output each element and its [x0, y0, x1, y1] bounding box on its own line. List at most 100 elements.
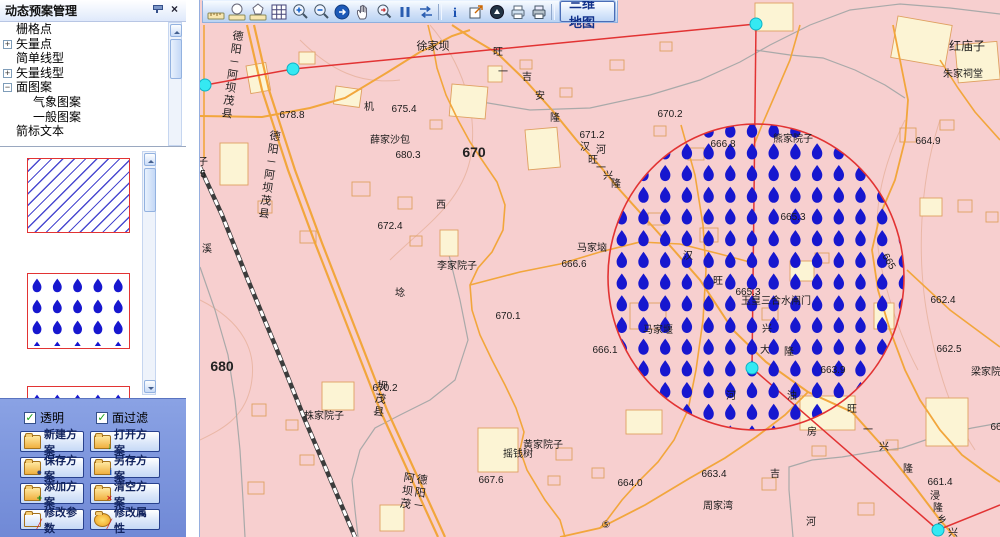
selection-handle[interactable] — [287, 63, 300, 76]
selection-handle[interactable] — [746, 362, 759, 375]
edit-props-button[interactable]: ╱修改属性 — [90, 509, 160, 530]
folder-open-button[interactable]: ↓打开方案 — [90, 431, 160, 452]
expand-icon[interactable]: + — [3, 69, 12, 78]
selection-handle[interactable] — [199, 79, 212, 92]
swap-icon[interactable] — [415, 2, 436, 22]
transparent-checkbox-row: ✓ 透明 — [24, 409, 64, 426]
grid-icon[interactable] — [268, 2, 289, 22]
pan-icon[interactable] — [352, 2, 373, 22]
building — [440, 230, 458, 256]
export-icon[interactable] — [465, 2, 486, 22]
tree-item-气象图案[interactable]: 气象图案 — [0, 95, 168, 110]
snapshot-icon[interactable] — [486, 2, 507, 22]
map-3d-button[interactable]: 三维地图 — [560, 1, 615, 22]
pattern-swatch-raindrop[interactable] — [27, 273, 130, 349]
info-icon[interactable]: i — [444, 2, 465, 22]
building — [525, 127, 560, 170]
building — [478, 428, 518, 472]
face-filter-checkbox-row: ✓ 面过滤 — [96, 409, 148, 426]
button-label: 修改属性 — [114, 504, 156, 536]
scroll-down-icon[interactable] — [144, 380, 156, 393]
scroll-up-icon[interactable] — [170, 24, 182, 37]
building — [955, 41, 1000, 83]
plan-manager-panel: 动态预案管理 × 栅格点 + 矢量点简单线型 + 矢量线型−面图案气象图案一般图案箭标文… — [0, 0, 200, 537]
folder-clear-button[interactable]: ×清空方案 — [90, 483, 160, 504]
measure-distance-icon[interactable] — [205, 2, 226, 22]
building — [380, 505, 404, 531]
measure-polygon-icon[interactable] — [247, 2, 268, 22]
tree-item-label: 面图案 — [16, 80, 52, 94]
gis-application-window: 徐家坝红庙子朱家祠堂664.9机675.4678.8薛家沙包680.367068… — [0, 0, 1000, 537]
tree-item-label: 气象图案 — [33, 95, 81, 109]
pin-icon[interactable] — [152, 5, 162, 17]
toolbar-separator — [438, 4, 442, 20]
tree-item-一般图案[interactable]: 一般图案 — [0, 110, 168, 125]
face-filter-checkbox[interactable]: ✓ — [96, 412, 108, 424]
zoom-in-icon[interactable] — [289, 2, 310, 22]
folder-save-icon: ● — [24, 461, 41, 475]
tree-item-矢量线型[interactable]: + 矢量线型 — [0, 66, 168, 81]
tree-item-label: 一般图案 — [33, 110, 81, 124]
badge-icon: i — [109, 468, 112, 477]
tree-item-面图案[interactable]: −面图案 — [0, 80, 168, 95]
badge-icon: + — [37, 494, 42, 503]
zoom-out-icon[interactable] — [310, 2, 331, 22]
folder-new-button[interactable]: 新建方案 — [20, 431, 84, 452]
folder-new-icon — [24, 435, 41, 449]
preview-scrollbar[interactable] — [142, 151, 156, 395]
expand-icon[interactable]: + — [3, 40, 12, 49]
edit-params-button[interactable]: ╱修改参数 — [20, 509, 84, 530]
tree-item-箭标文本[interactable]: 箭标文本 — [0, 124, 168, 139]
tree-item-label: 简单线型 — [16, 51, 64, 65]
scroll-thumb[interactable] — [170, 39, 182, 79]
print-preview-icon[interactable] — [507, 2, 528, 22]
toolbar-separator — [551, 4, 555, 20]
scroll-thumb[interactable] — [144, 168, 156, 212]
badge-icon: ╱ — [37, 520, 42, 529]
building — [488, 66, 502, 82]
badge-icon: × — [107, 494, 112, 503]
measure-circle-icon[interactable] — [226, 2, 247, 22]
button-label: 修改参数 — [44, 504, 80, 536]
tree-item-label: 矢量线型 — [16, 66, 64, 80]
transparent-checkbox[interactable]: ✓ — [24, 412, 36, 424]
checkbox-label: 面过滤 — [112, 409, 148, 426]
zoom-select-icon[interactable] — [373, 2, 394, 22]
folder-saveas-button[interactable]: i另存方案 — [90, 457, 160, 478]
selection-handle[interactable] — [932, 524, 945, 537]
close-icon[interactable]: × — [168, 4, 181, 17]
pattern-swatch-hatch[interactable] — [27, 158, 130, 233]
folder-saveas-icon: i — [94, 461, 111, 475]
tree-item-label: 箭标文本 — [16, 124, 64, 138]
tree-item-label: 矢量点 — [16, 37, 52, 51]
tree-item-简单线型[interactable]: 简单线型 — [0, 51, 168, 66]
folder-add-icon: + — [24, 487, 41, 501]
building — [322, 382, 354, 410]
folder-open-icon: ↓ — [94, 435, 111, 449]
map-toolbar: i 三维地图 — [202, 0, 618, 23]
badge-icon: ● — [37, 468, 42, 477]
folder-save-button[interactable]: ●保存方案 — [20, 457, 84, 478]
building — [299, 52, 315, 64]
scroll-up-icon[interactable] — [144, 153, 156, 166]
edit-params-icon: ╱ — [24, 513, 41, 527]
panel-title: 动态预案管理 — [5, 2, 152, 19]
svg-text:i: i — [453, 6, 457, 21]
building — [920, 198, 942, 216]
folder-add-button[interactable]: +添加方案 — [20, 483, 84, 504]
plan-actions-panel: ✓ 透明 ✓ 面过滤 新建方案 ↓打开方案 ●保存方案 i另存方案 +添加方案 ×清空方案… — [0, 398, 186, 537]
building — [626, 410, 662, 434]
folder-clear-icon: × — [94, 487, 111, 501]
tree-scrollbar[interactable] — [168, 22, 182, 146]
tree-item-栅格点[interactable]: 栅格点 — [0, 22, 168, 37]
layer-tree: 栅格点 + 矢量点简单线型 + 矢量线型−面图案气象图案一般图案箭标文本 — [0, 22, 168, 146]
tree-item-label: 栅格点 — [16, 22, 52, 36]
full-extent-icon[interactable] — [331, 2, 352, 22]
badge-icon: ↓ — [108, 442, 113, 451]
pause-icon[interactable] — [394, 2, 415, 22]
selection-handle[interactable] — [750, 18, 763, 31]
tree-item-矢量点[interactable]: + 矢量点 — [0, 37, 168, 52]
collapse-icon[interactable]: − — [3, 83, 12, 92]
print-icon[interactable] — [528, 2, 549, 22]
checkbox-label: 透明 — [40, 409, 64, 426]
